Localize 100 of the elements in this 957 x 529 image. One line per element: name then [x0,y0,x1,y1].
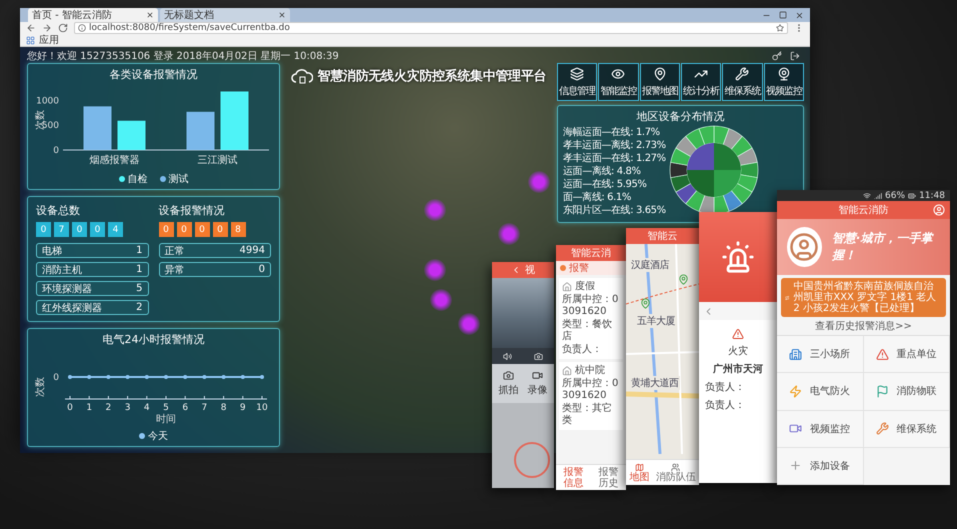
map-cluster-icon[interactable] [430,289,452,311]
stats-title: 设备报警情况 [158,203,226,218]
apps-grid-icon[interactable] [26,36,35,44]
stats-title: 设备总数 [36,203,81,218]
map-pin-icon[interactable] [640,298,651,309]
info-icon [78,24,86,32]
address-bar[interactable]: localhost:8080/fireSystem/saveCurrentba.do [74,22,788,34]
map-cluster-icon[interactable] [424,199,446,221]
donut-slice [736,148,758,166]
nav-button[interactable]: 视频监控 [764,63,804,101]
layers-icon [570,66,584,80]
forward-icon[interactable] [42,23,52,33]
maximize-icon[interactable] [779,11,787,19]
axis-title: 时间 [156,414,176,425]
panel-title: 各类设备报警情况 [110,67,198,82]
stat-label: 电梯 [42,244,62,258]
stat-label: 异常 [164,264,184,276]
map-icon [634,462,644,472]
place-label: 汉庭酒店 [630,258,670,272]
webcam-icon [776,66,791,80]
star-icon[interactable] [776,24,784,32]
map-pin-icon[interactable] [678,274,689,285]
stat-value: 2 [136,302,142,313]
camera-icon[interactable] [534,352,543,360]
donut-slice [685,190,705,212]
axis-tick-label: 1000 [36,96,59,106]
house-icon [562,366,572,376]
eye-icon [611,66,626,80]
close-icon[interactable] [795,10,804,20]
filter-tab[interactable]: 报警 [560,261,589,275]
axis-tick-label: 0 [53,373,59,383]
site-card[interactable]: 杭中院 所属中控：03091620 类型：其它类 [559,362,623,430]
menu-tile[interactable]: 消防物联 [864,373,950,410]
map-cluster-icon[interactable] [528,171,550,193]
battery-level: 66% [885,190,906,200]
user-icon[interactable] [933,204,945,216]
stat-value: 4994 [240,245,265,256]
chart-bar [84,106,112,150]
menu-tile[interactable]: 电气防火 [777,373,864,410]
legend-dot [139,433,145,439]
digit-tile: 0 [36,222,51,237]
place-label: 五羊大厦 [636,314,676,328]
plus-icon [789,459,802,472]
browser-tab[interactable]: 无标题文档 [160,8,290,22]
close-icon[interactable] [146,11,154,19]
back-icon[interactable] [26,23,36,33]
clock-time: 11:48 [919,190,945,200]
history-link[interactable]: 查看历史报警消息>> [815,319,912,333]
browser-tab[interactable]: 首页 - 智能云消防 [28,8,158,22]
alarm-address: 广州市天河 [713,362,763,376]
bookmark-link[interactable]: 应用 [39,33,59,47]
place-label: 黄埔大道西 [630,376,680,390]
nav-button[interactable]: 维保系统 [722,63,763,101]
contact-label: 负责人： [704,398,745,412]
menu-tile[interactable]: 重点单位 [864,336,950,374]
site-card[interactable]: 度假 所属中控：03091620 类型：餐饮店 负责人： [559,278,623,359]
header-title: 智能云消 [571,246,611,260]
axis-tick-label: 2 [106,403,112,413]
camera-icon [503,370,514,381]
nav-item[interactable]: 地图 [629,462,650,482]
digit-tile: 0 [90,222,105,237]
map-cluster-icon[interactable] [424,259,446,281]
nav-item[interactable]: 报警信息 [562,466,584,488]
tab-title: 无标题文档 [164,8,214,22]
camera-control-button[interactable]: 录像 [528,370,548,397]
pie-slice [714,143,741,170]
camera-control-button[interactable]: 抓拍 [498,370,518,397]
map-cluster-icon[interactable] [458,313,480,335]
digit-tile: 0 [72,222,87,237]
stat-value: 5 [136,283,142,294]
welcome-text: 您好！欢迎 15273535106 登录 2018年04月02日 星期一 10:08:39 [27,50,340,63]
donut-slice [736,174,758,192]
menu-tile[interactable]: 视频监控 [777,410,864,448]
nav-button[interactable]: 智能监控 [598,63,639,101]
legend-label: 今天 [148,430,168,443]
key-icon[interactable] [772,51,782,61]
chart-bar [186,112,214,150]
donut-slice [698,126,714,145]
site-detail: 类型：其它类 [562,403,613,427]
nav-item[interactable]: 报警历史 [598,466,620,488]
pie-slice [686,143,714,170]
menu-tile[interactable]: 三小场所 [777,336,864,374]
menu-tile[interactable]: 维保系统 [864,410,950,448]
map-cluster-icon[interactable] [498,223,520,245]
nav-button[interactable]: 统计分析 [680,63,722,101]
stat-value: 1 [136,245,142,256]
menu-tile[interactable]: 添加设备 [777,448,864,485]
close-icon[interactable] [278,11,286,19]
chart-label: 孝丰运面—离线: 2.73% [563,139,666,152]
video-icon [789,422,802,436]
nav-button[interactable]: 报警地图 [640,63,680,101]
logout-icon[interactable] [790,51,800,61]
donut-slice [675,136,697,157]
reload-icon[interactable] [58,23,68,33]
nav-button[interactable]: 信息管理 [557,63,598,101]
house-icon [562,282,572,292]
axis-tick-label: 7 [202,403,208,413]
axis-tick-label: 9 [240,403,246,413]
nav-item[interactable]: 消防队伍 [656,462,696,482]
speaker-icon[interactable] [503,352,512,360]
